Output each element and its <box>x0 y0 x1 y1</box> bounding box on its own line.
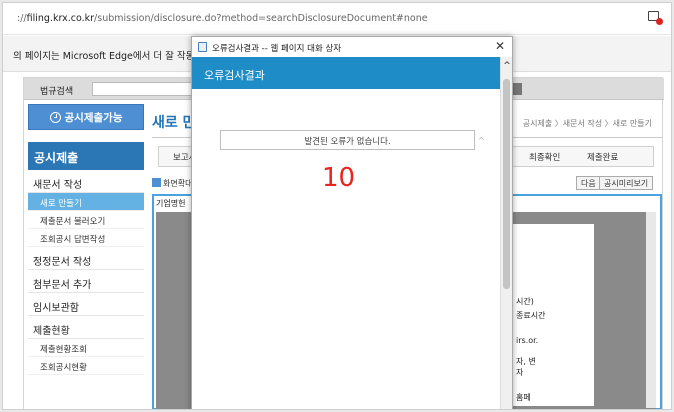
sidebar-item-new-document[interactable]: 새문서 작성 <box>28 170 144 193</box>
result-message: 발견된 오류가 없습니다. <box>220 130 475 150</box>
sidebar-item-correction[interactable]: 정정문서 작성 <box>28 247 144 270</box>
sheet-line: 홈페 <box>516 393 531 402</box>
company-name-label: 기업명헌 <box>156 199 186 208</box>
sidebar-item-temp-storage[interactable]: 임시보관함 <box>28 293 144 316</box>
error-check-dialog: 오류검사결과 -- 웹 페이지 대화 상자 ✕ 오류검사결과 발견된 오류가 없… <box>191 36 513 409</box>
dialog-content: 발견된 오류가 없습니다. ^ 10 <box>192 89 500 409</box>
left-sidebar: 공시제출가능 공시제출 새문서 작성 새로 만들기 제출문서 불러오기 조회공시… <box>28 104 144 409</box>
edge-notice-text: 의 페이지는 Microsoft Edge에서 더 잘 작동합니 <box>13 51 212 62</box>
step-complete: 제출완료 <box>587 153 619 163</box>
webpage-icon <box>198 42 207 52</box>
result-count: 10 <box>322 163 356 193</box>
sheet-line: 종료시간 <box>516 311 546 320</box>
sidebar-item-create-new[interactable]: 새로 만들기 <box>28 193 144 211</box>
law-search-label: 법규검색 <box>40 87 74 97</box>
menu-header: 공시제출 <box>28 142 144 170</box>
sheet-line: 자 <box>516 368 524 377</box>
disclosure-available-badge: 공시제출가능 <box>28 104 144 130</box>
sidebar-item-inquiry-answer[interactable]: 조회공시 답변작성 <box>28 229 144 247</box>
sheet-line: 자, 변 <box>516 357 536 366</box>
clock-icon <box>49 111 61 123</box>
close-icon[interactable]: ✕ <box>494 39 506 53</box>
url-text[interactable]: ://filing.krx.co.kr/submission/disclosur… <box>17 13 428 24</box>
zoom-expand-button[interactable]: 화면확대 <box>152 178 192 189</box>
preview-button[interactable]: 공시미리보기 <box>599 176 654 190</box>
sheet-line: 시간) <box>516 297 534 306</box>
document-sheet: 시간) 종료시간 irs.or. 자, 변 자 홈페 <box>504 224 594 406</box>
breadcrumb: 공시제출 〉새문서 작성 〉새로 만들기 <box>522 119 652 128</box>
sheet-line: irs.or. <box>516 336 539 345</box>
sidebar-item-load-submitted[interactable]: 제출문서 불러오기 <box>28 211 144 229</box>
scrollbar-thumb[interactable] <box>503 79 510 289</box>
sidebar-item-submission-status[interactable]: 제출현황 <box>28 316 144 339</box>
dialog-scrollbar[interactable]: ^ <box>500 57 512 409</box>
dialog-banner: 오류검사결과 <box>192 57 500 89</box>
available-label: 공시제출가능 <box>64 111 123 124</box>
document-scrollbar[interactable] <box>646 212 656 408</box>
next-button[interactable]: 다음 <box>576 176 601 190</box>
calendar-notification-icon[interactable] <box>648 11 663 25</box>
expand-icon <box>152 178 161 187</box>
sidebar-item-inquiry-status[interactable]: 조회공시현황 <box>28 357 144 375</box>
sidebar-item-status-inquiry[interactable]: 제출현황조회 <box>28 339 144 357</box>
page-title: 새로 만 <box>152 115 196 131</box>
chevron-up-icon[interactable]: ^ <box>478 136 485 150</box>
sidebar-menu: 새문서 작성 새로 만들기 제출문서 불러오기 조회공시 답변작성 정정문서 작… <box>28 170 144 375</box>
scroll-up-icon[interactable]: ^ <box>502 61 512 71</box>
sidebar-item-attachment[interactable]: 첨부문서 추가 <box>28 270 144 293</box>
address-bar[interactable]: ://filing.krx.co.kr/submission/disclosur… <box>3 3 671 35</box>
dialog-title: 오류검사결과 -- 웹 페이지 대화 상자 <box>212 44 342 54</box>
browser-frame: ://filing.krx.co.kr/submission/disclosur… <box>2 2 672 410</box>
law-search-input[interactable] <box>92 82 197 96</box>
step-final-check: 최종확인 <box>529 153 561 163</box>
dialog-titlebar[interactable]: 오류검사결과 -- 웹 페이지 대화 상자 ✕ <box>192 37 512 57</box>
